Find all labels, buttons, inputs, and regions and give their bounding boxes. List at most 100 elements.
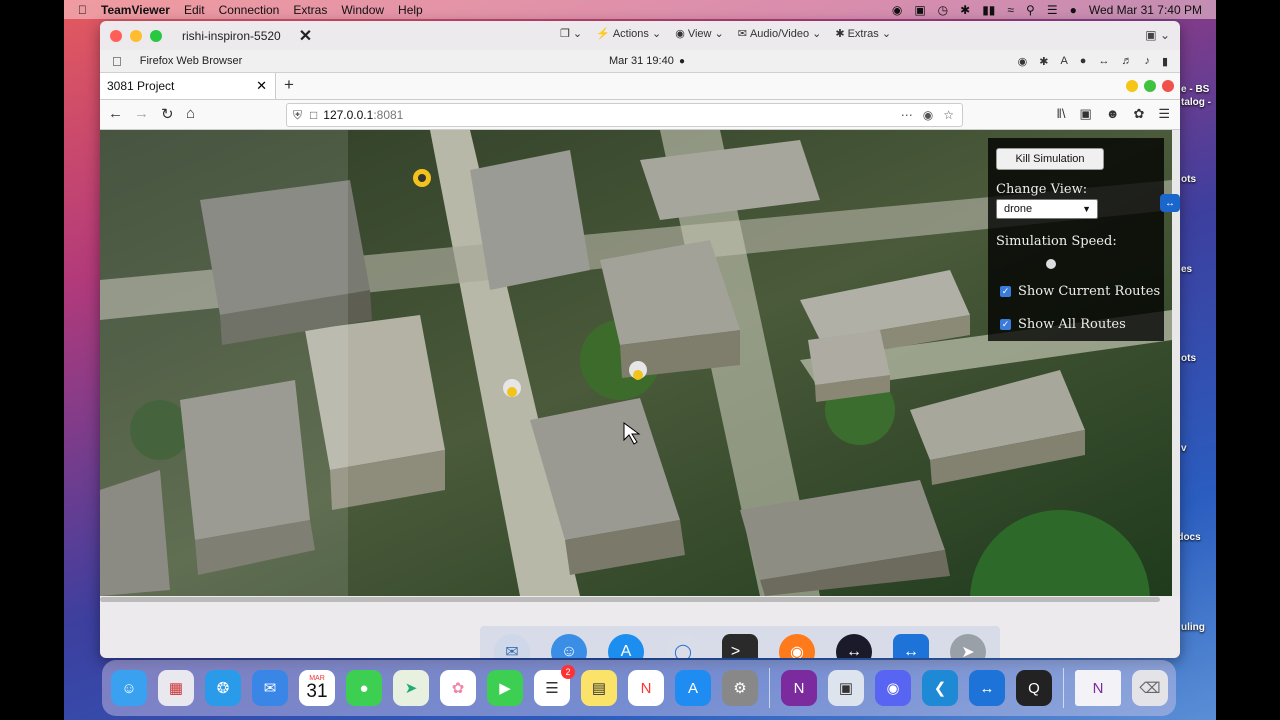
menu-window[interactable]: Window	[341, 3, 384, 17]
view-menu[interactable]: ◉ View ⌄	[675, 27, 724, 40]
window-layout-icon[interactable]: ▣ ⌄	[1145, 28, 1170, 42]
remote-keyboard-icon[interactable]: A	[1060, 55, 1067, 68]
desktop-file-label[interactable]: e - BS	[1181, 84, 1209, 95]
tracking-shield-icon[interactable]: ⛨	[293, 108, 302, 123]
remote-volume-icon[interactable]: ♬	[1121, 55, 1132, 68]
remote-bluetooth-icon[interactable]: ✱	[1039, 55, 1048, 68]
launchpad-icon[interactable]: ▦	[158, 670, 194, 706]
show-current-routes-checkbox[interactable]: ✓	[1000, 286, 1011, 297]
remote-battery-icon[interactable]: ▮	[1162, 55, 1168, 68]
clipboard-icon[interactable]: ❐ ⌄	[560, 27, 582, 40]
remote-app-name[interactable]: Firefox Web Browser	[140, 55, 243, 67]
teamviewer-icon[interactable]: ↔	[969, 670, 1005, 706]
new-tab-icon[interactable]: +	[284, 75, 294, 95]
safari-icon[interactable]: ❂	[205, 670, 241, 706]
desktop-file-label[interactable]: talog -	[1181, 97, 1211, 108]
remote-clock[interactable]: Mar 31 19:40	[609, 55, 674, 67]
maps-icon[interactable]: ➤	[393, 670, 429, 706]
remote-minimize-button[interactable]	[1126, 80, 1138, 92]
reminders-icon[interactable]: ☰ 2	[534, 665, 575, 706]
remote-close-button[interactable]	[1162, 80, 1174, 92]
desktop-file-label[interactable]: uling	[1181, 622, 1205, 633]
drone-icon[interactable]	[503, 379, 521, 397]
page-actions-icon[interactable]: ⋯	[901, 108, 913, 122]
remote-dock-app-icon[interactable]: ✉	[494, 634, 530, 658]
system-preferences-icon[interactable]: ⚙	[722, 670, 758, 706]
calendar-icon[interactable]: MAR 31	[299, 670, 335, 706]
horizontal-scrollbar[interactable]	[100, 597, 1160, 602]
zoom-window-button[interactable]	[150, 29, 162, 42]
remote-dock-chromium-icon[interactable]: ◯	[665, 634, 701, 658]
remote-mic-icon[interactable]: ♪	[1144, 55, 1150, 68]
desktop-file-label[interactable]: es	[1181, 264, 1192, 275]
tab-3081-project[interactable]: 3081 Project ✕	[100, 73, 276, 99]
menu-connection[interactable]: Connection	[219, 3, 280, 17]
extras-menu[interactable]: ✱ Extras ⌄	[835, 27, 891, 40]
trash-icon[interactable]: ⌫	[1132, 670, 1168, 706]
menu-extras[interactable]: Extras	[293, 3, 327, 17]
remote-dock-teamviewer2-icon[interactable]: ↔	[893, 634, 929, 658]
remote-network-icon[interactable]: ●	[1080, 55, 1087, 68]
page-info-icon[interactable]: □	[310, 108, 317, 122]
control-center-icon[interactable]: ☰	[1047, 3, 1058, 17]
library-icon[interactable]: ‖\	[1056, 106, 1065, 122]
quicktime-icon[interactable]: Q	[1016, 670, 1052, 706]
remote-dock-finder-icon[interactable]: ☺	[551, 634, 587, 658]
actions-menu[interactable]: ⚡ Actions ⌄	[596, 27, 661, 40]
show-current-routes-label[interactable]: Show Current Routes	[1018, 284, 1160, 299]
discord-icon[interactable]: ◉	[875, 670, 911, 706]
menu-app-name[interactable]: TeamViewer	[101, 3, 170, 17]
onenote-icon[interactable]: N	[781, 670, 817, 706]
teamviewer-side-panel-icon[interactable]: ↔	[1160, 194, 1180, 212]
extension-icon[interactable]: ✿	[1133, 106, 1144, 122]
bluetooth-icon[interactable]: ✱	[960, 3, 970, 17]
notes-icon[interactable]: ▤	[581, 670, 617, 706]
desktop-file-label[interactable]: v	[1181, 443, 1187, 454]
sidebar-icon[interactable]: ▣	[1079, 106, 1091, 122]
wifi-icon[interactable]: ≈	[1007, 3, 1014, 17]
mail-icon[interactable]: ✉	[252, 670, 288, 706]
apple-menu-icon[interactable]: 	[78, 3, 87, 17]
photos-icon[interactable]: ✿	[440, 670, 476, 706]
close-session-icon[interactable]: ✕	[299, 26, 312, 46]
home-icon[interactable]: ⌂	[186, 105, 195, 122]
remote-dock-appstore-icon[interactable]: A	[608, 634, 644, 658]
record-icon[interactable]: ◉	[892, 3, 902, 17]
url-bar[interactable]: ⛨ □ 127.0.0.1:8081 ⋯ ◉ ☆	[286, 103, 963, 127]
battery-icon[interactable]: ▮▮	[982, 3, 995, 17]
remote-arrows-icon[interactable]: ↔	[1098, 55, 1109, 68]
reload-icon[interactable]: ↻	[161, 105, 174, 123]
menubar-clock[interactable]: Wed Mar 31 7:40 PM	[1089, 3, 1202, 17]
news-icon[interactable]: N	[628, 670, 664, 706]
finder-icon[interactable]: ☺	[111, 670, 147, 706]
vscode-icon[interactable]: ❮	[922, 670, 958, 706]
hamburger-menu-icon[interactable]: ☰	[1158, 106, 1170, 122]
desktop-file-label[interactable]: ots	[1181, 174, 1196, 185]
show-all-routes-label[interactable]: Show All Routes	[1018, 317, 1126, 332]
remote-dock-terminal-icon[interactable]: >_	[722, 634, 758, 658]
remote-dock-teamviewer-icon[interactable]: ↔	[836, 634, 872, 658]
messages-icon[interactable]: ●	[346, 670, 382, 706]
menu-help[interactable]: Help	[398, 3, 423, 17]
siri-icon[interactable]: ●	[1070, 3, 1077, 17]
kill-simulation-button[interactable]: Kill Simulation	[996, 148, 1104, 170]
bookmark-star-icon[interactable]: ☆	[943, 108, 954, 122]
remote-dock-firefox-icon[interactable]: ◉	[779, 634, 815, 658]
minimized-window-icon[interactable]: N	[1075, 670, 1121, 706]
audio-video-menu[interactable]: ✉ Audio/Video ⌄	[738, 27, 822, 40]
minimize-window-button[interactable]	[130, 29, 142, 42]
search-icon[interactable]: ⚲	[1026, 3, 1035, 17]
view-select[interactable]: drone ▼	[996, 199, 1098, 219]
forward-arrow-icon[interactable]: →	[134, 105, 149, 122]
menu-edit[interactable]: Edit	[184, 3, 205, 17]
close-window-button[interactable]	[110, 29, 122, 42]
remote-apple-icon[interactable]: 	[112, 54, 122, 69]
pocket-icon[interactable]: ◉	[923, 108, 933, 122]
tab-close-icon[interactable]: ✕	[256, 78, 267, 94]
drone-icon[interactable]	[413, 169, 431, 187]
desktop-file-label[interactable]: ots	[1181, 353, 1196, 364]
app-store-icon[interactable]: A	[675, 670, 711, 706]
remote-maximize-button[interactable]	[1144, 80, 1156, 92]
show-all-routes-checkbox[interactable]: ✓	[1000, 319, 1011, 330]
preview-icon[interactable]: ▣	[828, 670, 864, 706]
